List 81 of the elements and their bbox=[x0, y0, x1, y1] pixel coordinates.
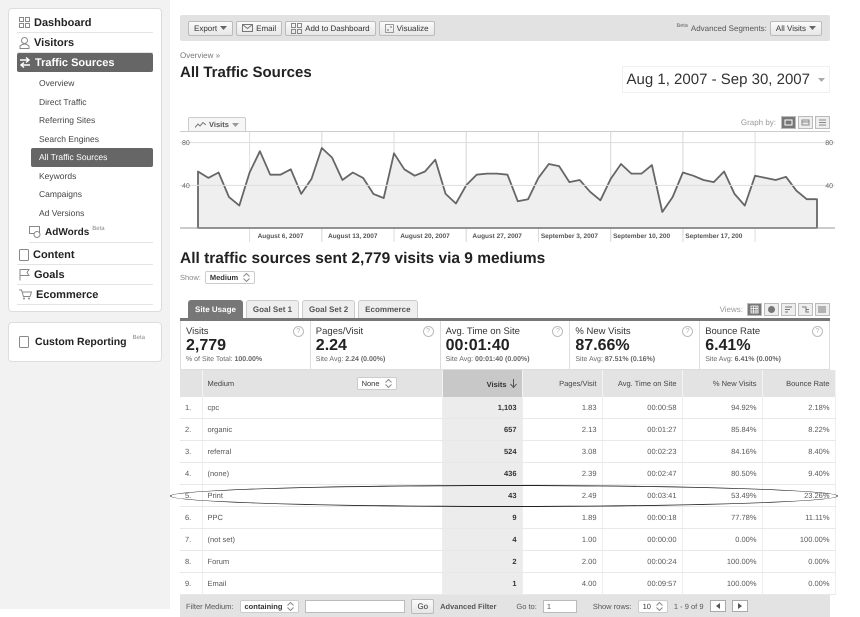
graph-by-button[interactable] bbox=[781, 116, 796, 129]
report-tab[interactable]: Ecommerce bbox=[358, 300, 418, 318]
table-view-icon bbox=[750, 305, 759, 314]
grid-icon bbox=[291, 22, 302, 34]
envelope-icon bbox=[242, 24, 254, 32]
caret-icon bbox=[220, 26, 228, 30]
nav-subitem[interactable]: Ad Versions bbox=[31, 204, 153, 222]
pivot-view-icon bbox=[818, 305, 827, 314]
graph-by-button[interactable] bbox=[798, 116, 813, 129]
next-page-button[interactable] bbox=[732, 600, 748, 612]
up-down-arrows-icon bbox=[287, 602, 294, 610]
compare-view-icon bbox=[801, 305, 810, 314]
document-icon bbox=[19, 336, 29, 348]
metric-value: 6.41% bbox=[705, 337, 751, 354]
report-headline: All traffic sources sent 2,779 visits via 9 mediums bbox=[180, 250, 546, 268]
metric-value: 2,779 bbox=[186, 337, 226, 354]
metric-label: Avg. Time on Site bbox=[446, 326, 520, 337]
date-range-picker[interactable]: Aug 1, 2007 - Sep 30, 2007 bbox=[622, 66, 830, 93]
view-button[interactable] bbox=[764, 303, 779, 316]
nav-subitem[interactable]: Direct Traffic bbox=[31, 92, 153, 111]
caret-icon bbox=[232, 122, 239, 126]
breadcrumb-link[interactable]: Overview » bbox=[180, 51, 830, 60]
metric-label: % New Visits bbox=[575, 326, 631, 337]
segments-label: Advanced Segments: bbox=[690, 24, 767, 32]
nav-item[interactable]: Traffic Sources bbox=[17, 53, 153, 72]
metric-label: Bounce Rate bbox=[705, 326, 760, 337]
toolbar-button[interactable]: Email bbox=[236, 20, 282, 36]
report-tab[interactable]: Goal Set 2 bbox=[302, 300, 356, 318]
previous-page-button[interactable] bbox=[710, 600, 726, 612]
view-button[interactable] bbox=[747, 303, 762, 316]
caret-icon bbox=[809, 26, 816, 30]
report-tab[interactable]: Site Usage bbox=[188, 300, 243, 318]
metric-value: 00:01:40 bbox=[446, 337, 510, 354]
pie-view-icon bbox=[767, 305, 776, 314]
view-button[interactable] bbox=[815, 303, 830, 316]
graph-by-button[interactable] bbox=[815, 116, 830, 129]
left-triangle-icon bbox=[716, 603, 720, 609]
filter-input[interactable] bbox=[305, 600, 406, 612]
grid-icon bbox=[19, 17, 30, 28]
up-down-arrows-icon bbox=[243, 273, 250, 282]
toolbar-button[interactable]: Export bbox=[188, 20, 234, 36]
flag-icon bbox=[19, 268, 30, 280]
caret-icon bbox=[818, 78, 825, 82]
month-view-icon bbox=[818, 118, 827, 127]
week-view-icon bbox=[801, 118, 810, 127]
segments-dropdown[interactable]: All Visits bbox=[770, 20, 822, 36]
metric-value: 87.66% bbox=[575, 337, 630, 354]
document-icon bbox=[19, 248, 29, 260]
chart-icon bbox=[384, 24, 394, 32]
right-triangle-icon bbox=[738, 603, 742, 609]
nav-item[interactable]: Content bbox=[17, 245, 153, 265]
person-icon bbox=[19, 36, 30, 48]
metric-label: Pages/Visit bbox=[316, 326, 364, 337]
page-title: All Traffic Sources bbox=[180, 64, 312, 81]
nav-subitem[interactable]: Campaigns bbox=[31, 185, 153, 204]
nav-subitem[interactable]: Overview bbox=[31, 74, 153, 92]
view-button[interactable] bbox=[798, 303, 813, 316]
nav-subitem[interactable]: Referring Sites bbox=[31, 111, 153, 130]
report-tab[interactable]: Goal Set 1 bbox=[246, 300, 300, 318]
go-button[interactable]: Go bbox=[411, 598, 434, 614]
toolbar-button[interactable]: Add to Dashboard bbox=[285, 20, 376, 36]
toolbar-button[interactable]: Visualize bbox=[378, 20, 435, 36]
bar-view-icon bbox=[784, 305, 793, 314]
up-down-arrows-icon bbox=[384, 379, 392, 388]
line-chart-icon bbox=[195, 122, 206, 128]
nav-subitem[interactable]: Search Engines bbox=[31, 130, 153, 148]
up-down-arrows-icon bbox=[656, 602, 663, 610]
view-button[interactable] bbox=[781, 303, 796, 316]
nav-subitem[interactable]: All Traffic Sources bbox=[31, 148, 153, 166]
metric-value: 2.24 bbox=[316, 337, 347, 354]
sort-down-arrow-icon bbox=[510, 378, 516, 388]
graph-by-label: Graph by: bbox=[740, 118, 776, 127]
nav-item[interactable]: Ecommerce bbox=[17, 285, 153, 305]
nav-subitem[interactable]: Keywords bbox=[31, 166, 153, 185]
swap-arrows-icon bbox=[19, 57, 31, 68]
views-label: Views: bbox=[720, 305, 743, 314]
nav-item[interactable]: Goals bbox=[17, 265, 153, 285]
metric-label: Visits bbox=[186, 326, 209, 337]
cart-icon bbox=[19, 289, 32, 300]
day-view-icon bbox=[784, 118, 793, 127]
nav-item[interactable]: Dashboard bbox=[17, 13, 153, 33]
